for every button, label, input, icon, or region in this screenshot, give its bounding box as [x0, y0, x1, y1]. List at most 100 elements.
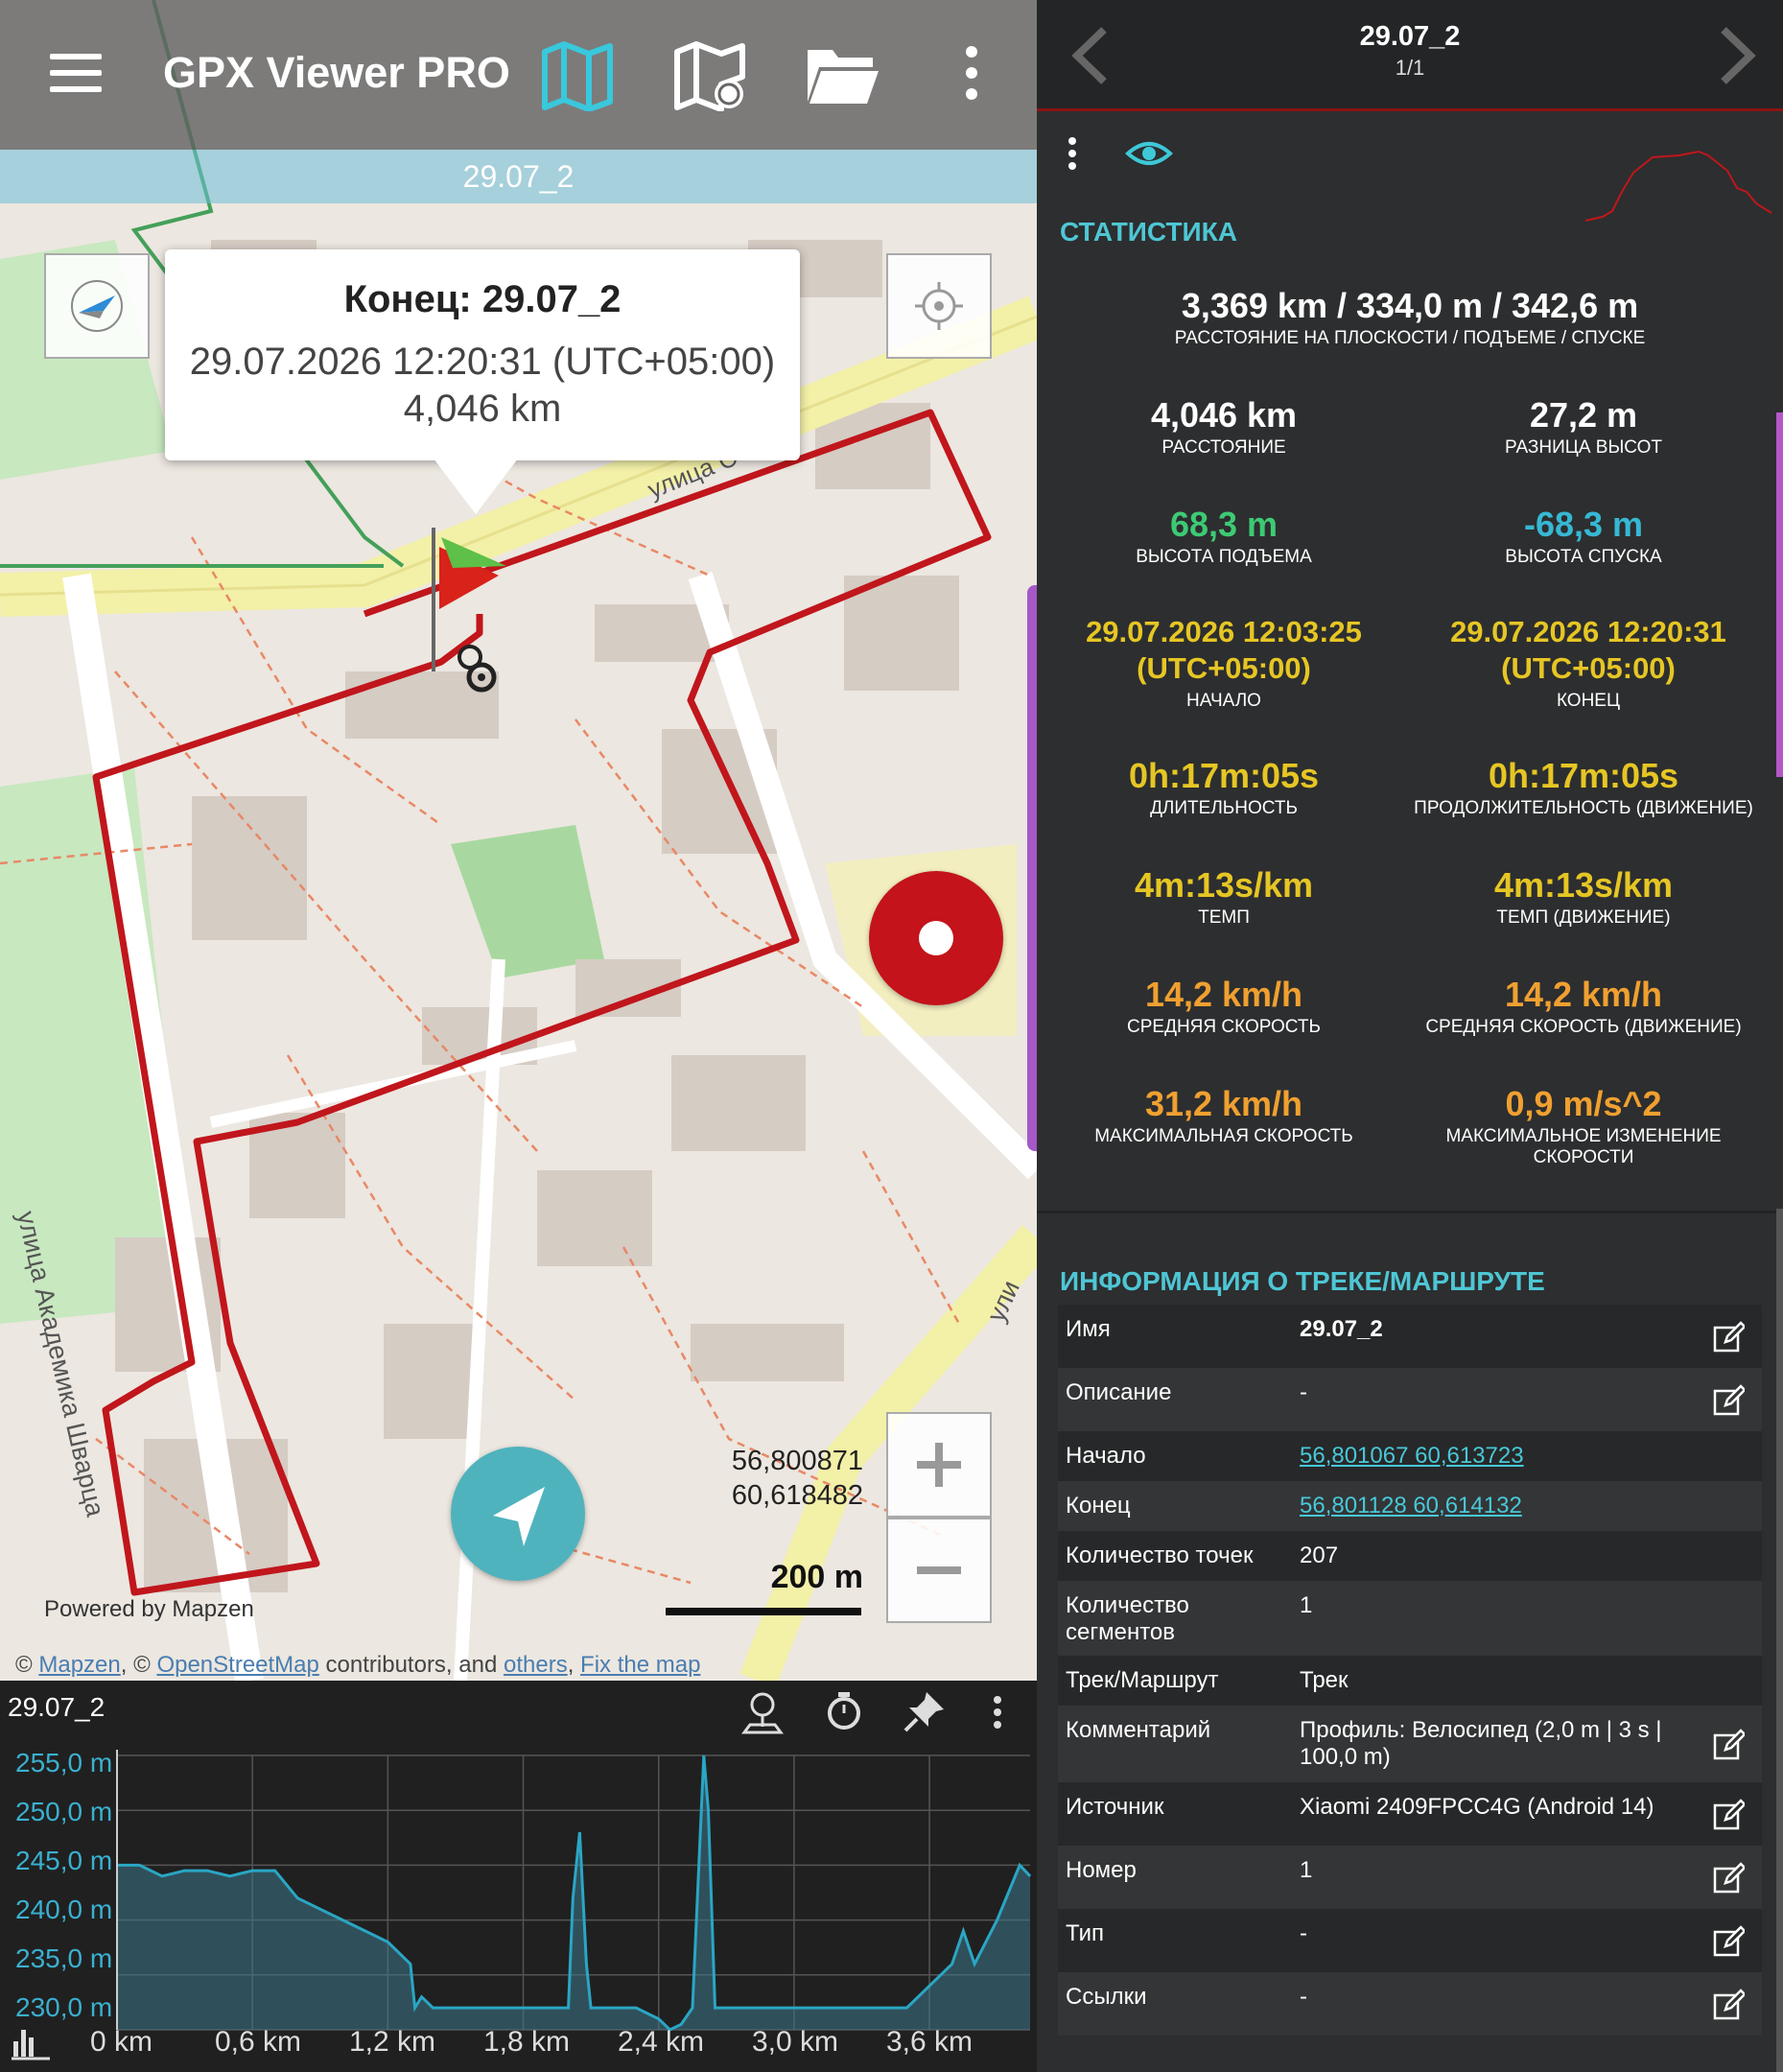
compass-icon	[71, 280, 123, 332]
info-key: Источник	[1066, 1794, 1164, 1820]
details-pane: 29.07_2 1/1 СТАТИСТИКА 3,369 km / 334,0 …	[1037, 0, 1783, 2072]
info-key: Ссылки	[1066, 1984, 1147, 2010]
folder-icon[interactable]	[804, 38, 880, 111]
edit-icon[interactable]	[1712, 1729, 1745, 1761]
others-link[interactable]: others	[504, 1652, 568, 1678]
elevation-point	[184, 1870, 186, 1872]
zoom-out-button[interactable]	[886, 1518, 992, 1623]
elevation-point	[585, 1963, 587, 1965]
stat-value: 14,2 km/h	[1144, 975, 1303, 1014]
elevation-point	[432, 2007, 434, 2009]
stat-pace: 4m:13s/km ТЕМП	[1046, 867, 1401, 929]
mapzen-link[interactable]: Mapzen	[38, 1652, 120, 1678]
elevation-point	[410, 1963, 411, 1965]
x-axis-label: 0,6 km	[215, 2026, 302, 2058]
visibility-icon[interactable]	[1125, 134, 1173, 173]
chart-type-icon[interactable]	[10, 2024, 52, 2062]
elevation-point	[545, 2007, 547, 2009]
stat-label: СРЕДНЯЯ СКОРОСТЬ (ДВИЖЕНИЕ)	[1425, 1017, 1742, 1037]
longitude: 60,618482	[731, 1480, 863, 1511]
attribution: © Mapzen, © OpenStreetMap contributors, …	[15, 1652, 700, 1679]
stat-value: 0h:17m:05s	[1128, 756, 1320, 795]
stat-value: 29.07.2026 12:03:25 (UTC+05:00)	[1086, 615, 1362, 685]
more-vert-icon[interactable]	[1058, 134, 1087, 173]
attrib-contrib: contributors, and	[318, 1652, 504, 1678]
stat-label: СРЕДНЯЯ СКОРОСТЬ	[1127, 1017, 1321, 1037]
info-key: Номер	[1066, 1857, 1137, 1883]
info-row-points: Количество точек 207	[1058, 1531, 1762, 1581]
edit-icon[interactable]	[1712, 1384, 1745, 1417]
map-view[interactable]: улица С улица Академика Шварца ули Конец…	[0, 0, 1037, 1681]
fix-map-link[interactable]: Fix the map	[580, 1652, 700, 1678]
elevation-point	[414, 2007, 416, 2009]
scale-bar	[666, 1608, 861, 1615]
elevation-point	[715, 2007, 716, 2009]
track-info-title: ИНФОРМАЦИЯ О ТРЕКЕ/МАРШРУТЕ	[1060, 1266, 1545, 1296]
offline-map-icon[interactable]	[671, 38, 748, 112]
y-axis-label: 230,0 m	[15, 1992, 113, 2022]
end-point-popup[interactable]: Конец: 29.07_2 29.07.2026 12:20:31 (UTC+…	[165, 249, 800, 460]
edit-icon[interactable]	[1712, 1925, 1745, 1958]
info-key: Трек/Маршрут	[1066, 1667, 1219, 1693]
stat-moving-avg-speed: 14,2 km/h СРЕДНЯЯ СКОРОСТЬ (ДВИЖЕНИЕ)	[1401, 977, 1766, 1038]
elevation-point	[793, 2007, 795, 2009]
elevation-point	[455, 2007, 457, 2009]
x-axis-label: 2,4 km	[618, 2026, 705, 2058]
stat-label: ТЕМП (ДВИЖЕНИЕ)	[1496, 907, 1671, 928]
info-key: Комментарий	[1066, 1717, 1211, 1743]
stat-label: РАЗНИЦА ВЫСОТ	[1505, 437, 1662, 458]
elevation-point	[421, 1996, 423, 1998]
stat-descent: -68,3 m ВЫСОТА СПУСКА	[1401, 506, 1766, 568]
elevation-point	[161, 1875, 163, 1877]
elevation-point	[815, 2007, 817, 2009]
info-row-type-track: Трек/Маршрут Трек	[1058, 1656, 1762, 1706]
locate-button[interactable]	[886, 253, 992, 359]
stat-label: РАССТОЯНИЕ НА ПЛОСКОСТИ / ПОДЪЕМЕ / СПУС…	[1174, 328, 1646, 348]
details-header: 29.07_2 1/1	[1037, 0, 1783, 111]
elevation-point	[572, 1897, 574, 1899]
scale-label: 200 m	[770, 1559, 863, 1595]
info-value: -	[1300, 1920, 1307, 1946]
osm-link[interactable]: OpenStreetMap	[156, 1652, 318, 1678]
elevation-point	[883, 2007, 885, 2009]
edit-icon[interactable]	[1712, 1862, 1745, 1895]
x-axis-label: 0 km	[90, 2026, 153, 2058]
record-marker[interactable]	[869, 871, 1003, 1005]
more-vert-icon[interactable]	[950, 38, 994, 111]
elevation-chart[interactable]	[0, 1681, 1037, 2072]
start-coords-link[interactable]: 56,801067 60,613723	[1300, 1443, 1683, 1470]
scrollbar-track[interactable]	[1776, 1209, 1783, 2072]
stat-value: 27,2 m	[1529, 395, 1638, 435]
stat-value: 14,2 km/h	[1504, 975, 1663, 1014]
info-row-segments: Количество сегментов 1	[1058, 1581, 1762, 1656]
info-row-name: Имя 29.07_2	[1058, 1305, 1762, 1368]
stat-elevation-diff: 27,2 m РАЗНИЦА ВЫСОТ	[1401, 397, 1766, 459]
navigate-button[interactable]	[451, 1447, 585, 1581]
zoom-in-button[interactable]	[886, 1412, 992, 1518]
elevation-point	[1019, 1864, 1021, 1866]
elevation-point	[748, 2007, 750, 2009]
chevron-right-icon[interactable]	[1714, 24, 1762, 87]
elevation-point	[680, 2023, 682, 2025]
map-layers-icon[interactable]	[539, 38, 616, 112]
info-key: Имя	[1066, 1316, 1111, 1342]
scrollbar-thumb[interactable]	[1776, 412, 1783, 777]
stat-value: 4,046 km	[1150, 395, 1298, 435]
elevation-point	[229, 1875, 231, 1877]
popup-distance: 4,046 km	[403, 388, 562, 430]
end-coords-link[interactable]: 56,801128 60,614132	[1300, 1493, 1683, 1519]
latitude: 56,800871	[731, 1446, 863, 1476]
info-key: Конец	[1066, 1493, 1131, 1519]
edit-icon[interactable]	[1712, 1799, 1745, 1831]
stat-ascent: 68,3 m ВЫСОТА ПОДЪЕМА	[1046, 506, 1401, 568]
track-name-banner: 29.07_2	[0, 150, 1037, 203]
x-axis-label: 1,2 km	[349, 2026, 436, 2058]
edit-icon[interactable]	[1712, 1989, 1745, 2021]
elevation-point	[860, 2007, 862, 2009]
compass-button[interactable]	[44, 253, 150, 359]
menu-icon[interactable]	[50, 54, 102, 92]
elevation-point	[658, 2018, 660, 2020]
elevation-thumbnail	[1584, 125, 1775, 230]
edit-icon[interactable]	[1712, 1321, 1745, 1354]
stat-label: НАЧАЛО	[1186, 691, 1261, 711]
